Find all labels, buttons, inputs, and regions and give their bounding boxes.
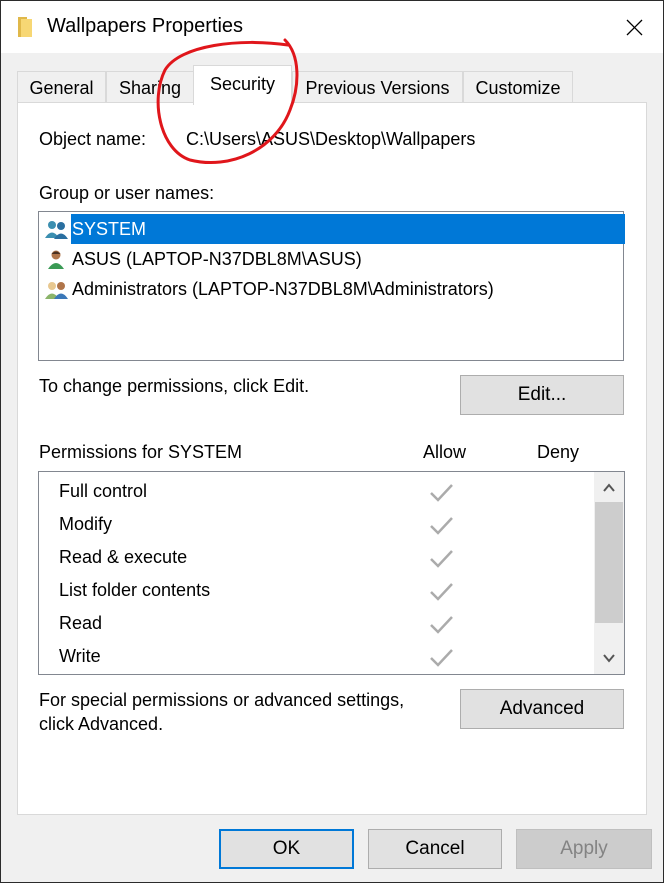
permissions-scrollbar[interactable]	[594, 472, 624, 674]
allow-check-icon	[430, 517, 453, 535]
permission-row: Full control	[39, 477, 594, 510]
cancel-button[interactable]: Cancel	[368, 829, 502, 869]
permission-row: Write	[39, 642, 594, 674]
permission-row: List folder contents	[39, 576, 594, 609]
allow-header: Allow	[423, 442, 467, 462]
permission-row: Read	[39, 609, 594, 642]
group-names-label: Group or user names:	[39, 183, 215, 203]
user-icon	[48, 250, 64, 269]
permissions-list: Full control Modify Read & execute List …	[38, 471, 625, 675]
window-title: Wallpapers Properties	[47, 15, 244, 37]
permission-row: Modify	[39, 510, 594, 543]
title-bar: Wallpapers Properties	[1, 1, 663, 53]
tab-general[interactable]: General	[17, 71, 106, 103]
permission-name: Full control	[59, 481, 148, 501]
allow-check-icon	[430, 649, 453, 667]
list-item-asus[interactable]: ASUS (LAPTOP-N37DBL8M\ASUS)	[43, 244, 623, 274]
permission-name: Write	[59, 646, 101, 666]
tab-previous-versions[interactable]: Previous Versions	[292, 71, 463, 103]
list-item-system[interactable]: SYSTEM	[43, 214, 625, 244]
object-name-label: Object name:	[39, 129, 147, 149]
allow-check-icon	[430, 550, 453, 568]
deny-header: Deny	[537, 442, 580, 462]
user-name: ASUS (LAPTOP-N37DBL8M\ASUS)	[72, 249, 362, 269]
tab-customize[interactable]: Customize	[463, 71, 573, 103]
tab-sharing[interactable]: Sharing	[106, 71, 194, 103]
group-user-list[interactable]: SYSTEM ASUS (LAPTOP-N37DBL8M\ASUS) Admin…	[38, 211, 625, 361]
permission-row: Read & execute	[39, 543, 594, 576]
user-name: Administrators (LAPTOP-N37DBL8M\Administ…	[72, 279, 494, 299]
scroll-up-icon[interactable]	[594, 472, 624, 502]
tab-security[interactable]: Security	[193, 65, 292, 105]
permission-name: List folder contents	[59, 580, 211, 600]
object-name-value: C:\Users\ASUS\Desktop\Wallpapers	[186, 129, 476, 149]
allow-check-icon	[430, 583, 453, 601]
ok-button[interactable]: OK	[219, 829, 354, 869]
advanced-button[interactable]: Advanced	[460, 689, 624, 729]
advanced-hint-line2: click Advanced.	[39, 714, 164, 734]
permission-name: Read	[59, 613, 103, 633]
permission-name: Read & execute	[59, 547, 188, 567]
change-permissions-hint: To change permissions, click Edit.	[39, 376, 310, 396]
permissions-label: Permissions for SYSTEM	[39, 442, 243, 462]
scrollbar-thumb[interactable]	[595, 502, 623, 623]
scroll-down-icon[interactable]	[594, 644, 624, 674]
apply-button[interactable]: Apply	[516, 829, 652, 869]
admin-group-icon	[45, 282, 68, 299]
permission-name: Modify	[59, 514, 113, 534]
edit-button[interactable]: Edit...	[460, 375, 624, 415]
advanced-hint-line1: For special permissions or advanced sett…	[39, 690, 405, 710]
user-group-icon	[45, 221, 68, 239]
folder-icon	[18, 17, 32, 37]
allow-check-icon	[430, 484, 453, 502]
user-name: SYSTEM	[71, 214, 625, 244]
list-item-administrators[interactable]: Administrators (LAPTOP-N37DBL8M\Administ…	[43, 274, 623, 304]
close-icon[interactable]	[617, 11, 651, 43]
allow-check-icon	[430, 616, 453, 634]
